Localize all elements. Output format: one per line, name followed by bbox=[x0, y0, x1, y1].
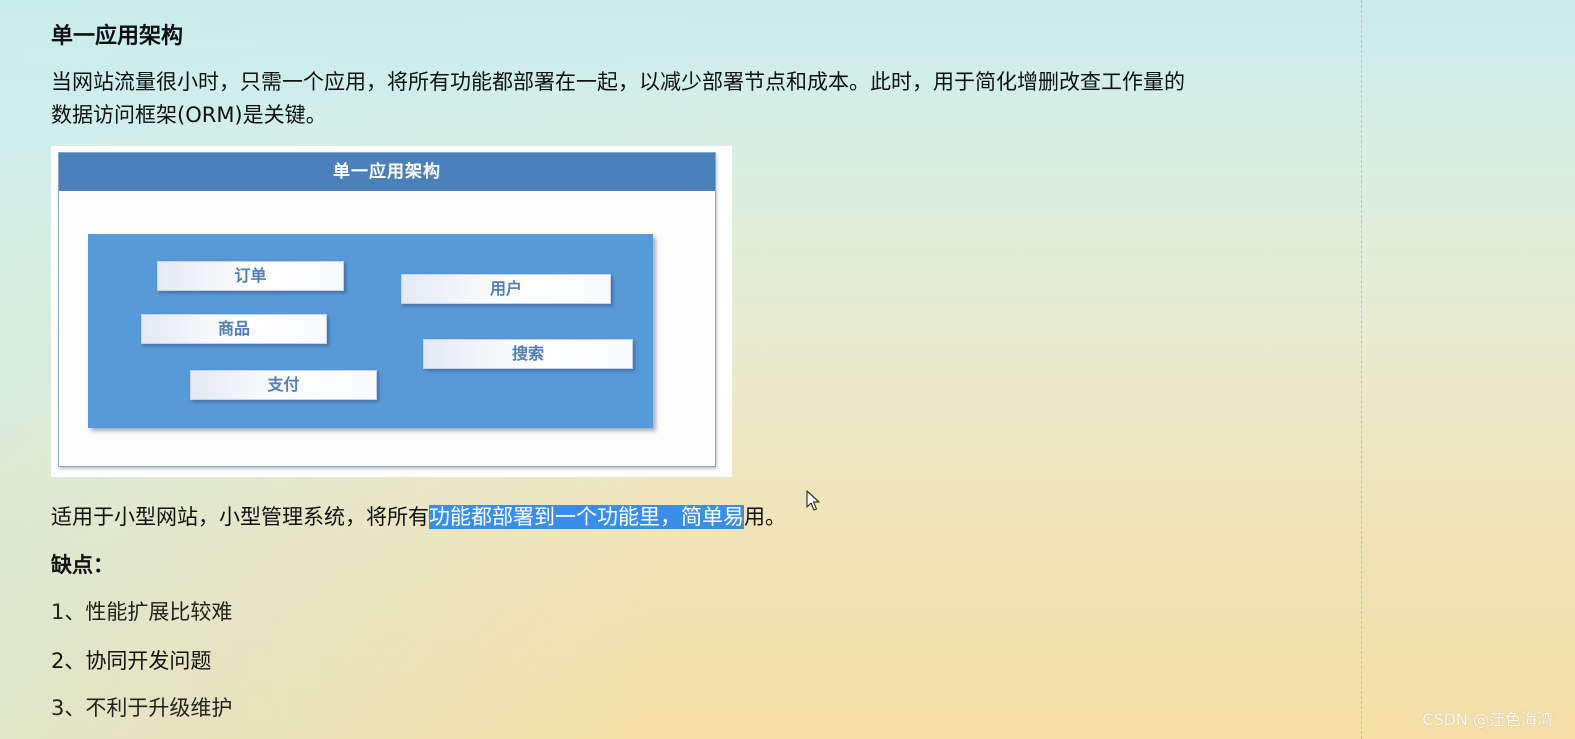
summary-paragraph: 适用于小型网站，小型管理系统，将所有功能都部署到一个功能里，简单易用。 bbox=[51, 502, 786, 532]
module-search: 搜索 bbox=[423, 339, 633, 369]
cons-item: 1、性能扩展比较难 bbox=[51, 600, 233, 624]
selected-text-highlight[interactable]: 功能都部署到一个功能里，简单易 bbox=[429, 505, 744, 529]
module-payment: 支付 bbox=[190, 370, 377, 400]
section-heading: 单一应用架构 bbox=[51, 24, 184, 49]
cons-title: 缺点： bbox=[51, 553, 114, 577]
intro-line-1: 当网站流量很小时，只需一个应用，将所有功能都部署在一起，以减少部署节点和成本。此… bbox=[51, 70, 1185, 94]
summary-text-before: 适用于小型网站，小型管理系统，将所有 bbox=[51, 505, 429, 529]
module-product: 商品 bbox=[141, 314, 327, 344]
intro-paragraph: 当网站流量很小时，只需一个应用，将所有功能都部署在一起，以减少部署节点和成本。此… bbox=[51, 66, 1311, 132]
csdn-watermark: CSDN @茳色海湾 bbox=[1422, 710, 1553, 729]
module-user: 用户 bbox=[401, 274, 611, 304]
diagram-title: 单一应用架构 bbox=[59, 153, 715, 191]
application-panel: 订单 用户 商品 搜索 支付 bbox=[88, 234, 653, 428]
page-divider bbox=[1361, 0, 1362, 739]
module-order: 订单 bbox=[157, 261, 344, 291]
cons-item: 2、协同开发问题 bbox=[51, 649, 212, 673]
mouse-cursor-icon bbox=[806, 490, 820, 511]
summary-text-after: 用。 bbox=[744, 505, 786, 529]
architecture-diagram-image: 单一应用架构 订单 用户 商品 搜索 支付 bbox=[51, 146, 732, 477]
intro-line-2: 数据访问框架(ORM)是关键。 bbox=[51, 103, 327, 127]
diagram-frame: 单一应用架构 订单 用户 商品 搜索 支付 bbox=[58, 152, 716, 467]
cons-item: 3、不利于升级维护 bbox=[51, 696, 233, 720]
